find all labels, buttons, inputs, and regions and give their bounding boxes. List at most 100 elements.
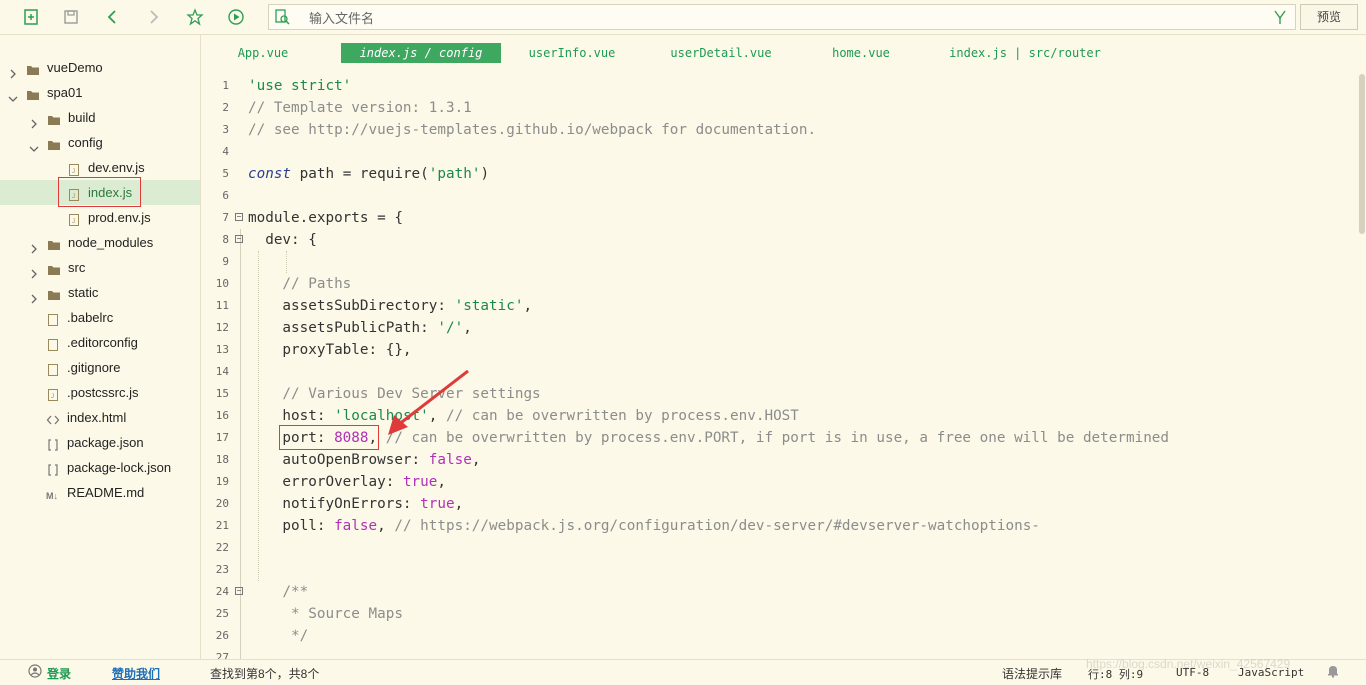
preview-button[interactable]: 预览 [1300, 4, 1358, 30]
chevron-right-icon[interactable] [29, 287, 39, 304]
forward-icon[interactable] [144, 8, 162, 26]
code-text: assetsPublicPath: [248, 320, 438, 336]
line-number: 9 [222, 255, 229, 268]
tree-item-label: prod.env.js [88, 210, 151, 225]
line-number: 7 [222, 211, 229, 224]
tree-item-src[interactable]: src [0, 255, 200, 280]
editor-tabs: App.vue index.js / config userInfo.vue u… [201, 35, 1366, 69]
fold-toggle-icon[interactable]: − [235, 213, 243, 221]
code-text: // can be overwritten by process.env.HOS… [445, 408, 799, 424]
status-bar: 登录 赞助我们 查找到第8个，共8个 语法提示库 行:8 列:9 UTF-8 J… [0, 657, 1366, 685]
find-file-icon [273, 8, 291, 26]
search-box [268, 4, 1296, 30]
search-input[interactable] [307, 8, 1211, 28]
tree-item-vuedemo[interactable]: vueDemo [0, 55, 200, 80]
tree-item-editorconfig[interactable]: .editorconfig [0, 330, 200, 355]
tree-item-spa01[interactable]: spa01 [0, 80, 200, 105]
svg-text:J: J [72, 219, 75, 225]
tab-app-vue[interactable]: App.vue [231, 43, 295, 63]
code-line: 12 assetsPublicPath: '/', [201, 317, 1357, 339]
tree-item-label: index.html [67, 410, 127, 425]
code-line: 5 const path = require('path') [201, 163, 1357, 185]
tree-item-config[interactable]: config [0, 130, 200, 155]
tree-item-label: src [68, 260, 86, 275]
syntax-hint-button[interactable]: 语法提示库 [1002, 665, 1062, 682]
code-text: '/' [437, 320, 464, 336]
tree-item-prod-env-js[interactable]: Jprod.env.js [0, 205, 200, 230]
tree-item-package-json[interactable]: package.json [0, 430, 200, 455]
tree-item-readme-md[interactable]: M↓ README.md [0, 480, 200, 505]
chevron-right-icon[interactable] [8, 62, 18, 79]
code-text: true [402, 474, 438, 490]
line-number: 20 [215, 497, 229, 510]
code-text: proxyTable: {}, [248, 342, 412, 358]
chevron-down-icon[interactable] [8, 87, 18, 102]
code-text: // can be overwritten by process.env.POR… [385, 430, 1170, 446]
code-editor[interactable]: 1 'use strict' 2 // Template version: 1.3.… [201, 75, 1357, 659]
code-line: 3 // see http://vuejs-templates.github.io… [201, 119, 1357, 141]
tab-index-js-router[interactable]: index.js | src/router [949, 43, 1101, 63]
code-text: , [471, 452, 481, 468]
new-file-icon[interactable] [22, 8, 40, 26]
vertical-scrollbar[interactable] [1358, 72, 1366, 659]
tree-item-postcssrc-js[interactable]: J .postcssrc.js [0, 380, 200, 405]
tree-item-babelrc[interactable]: .babelrc [0, 305, 200, 330]
bell-icon[interactable] [1326, 664, 1340, 681]
code-text: , [437, 474, 446, 490]
code-text: */ [248, 628, 309, 644]
code-line: 16 host: 'localhost', // can be overwrit… [201, 405, 1357, 427]
tree-item-package-lock-json[interactable]: package-lock.json [0, 455, 200, 480]
selected-file-highlight [58, 177, 141, 207]
run-icon[interactable] [227, 8, 245, 26]
star-icon[interactable] [186, 8, 204, 26]
tree-item-index-html[interactable]: index.html [0, 405, 200, 430]
code-text: host: [248, 408, 335, 424]
code-text: 'path' [428, 166, 481, 182]
code-text: false [334, 518, 378, 534]
back-icon[interactable] [104, 8, 122, 26]
fold-toggle-icon[interactable]: − [235, 587, 243, 595]
js-file-icon: J [46, 385, 60, 401]
filter-icon[interactable] [1271, 8, 1289, 26]
line-number: 8 [222, 233, 229, 246]
tab-index-js-config[interactable]: index.js / config [341, 43, 501, 63]
fold-toggle-icon[interactable]: − [235, 235, 243, 243]
tree-item-build[interactable]: build [0, 105, 200, 130]
sponsor-link[interactable]: 赞助我们 [112, 665, 160, 682]
chevron-right-icon[interactable] [29, 262, 39, 279]
tree-item-label: config [68, 135, 103, 150]
chevron-right-icon[interactable] [29, 237, 39, 254]
folder-icon [47, 235, 61, 250]
tab-userinfo-vue[interactable]: userInfo.vue [527, 43, 617, 63]
tab-userdetail-vue[interactable]: userDetail.vue [669, 43, 773, 63]
tree-item-node-modules[interactable]: node_modules [0, 230, 200, 255]
code-line: 21 poll: false, // https://webpack.js.or… [201, 515, 1357, 537]
code-text: module.exports = { [248, 210, 403, 226]
line-number: 6 [222, 189, 229, 202]
tab-home-vue[interactable]: home.vue [829, 43, 893, 63]
folder-icon [26, 60, 40, 75]
code-line: 19 errorOverlay: true, [201, 471, 1357, 493]
tree-item-label: .babelrc [67, 310, 114, 325]
user-icon [28, 664, 42, 681]
chevron-right-icon[interactable] [29, 112, 39, 129]
line-number: 23 [215, 563, 229, 576]
scrollbar-thumb[interactable] [1359, 74, 1365, 234]
code-line: 9 [201, 251, 1357, 273]
line-number: 1 [222, 79, 229, 92]
save-icon[interactable] [62, 8, 80, 26]
code-text: , [523, 298, 533, 314]
chevron-down-icon[interactable] [29, 137, 39, 152]
code-text: assetsSubDirectory: [248, 298, 455, 314]
tree-item-static[interactable]: static [0, 280, 200, 305]
line-number: 26 [215, 629, 229, 642]
login-link[interactable]: 登录 [47, 665, 71, 682]
tree-item-gitignore[interactable]: .gitignore [0, 355, 200, 380]
line-number: 12 [215, 321, 229, 334]
code-text: path = require( [291, 166, 429, 182]
line-number: 5 [222, 167, 229, 180]
line-number: 18 [215, 453, 229, 466]
tree-item-label: package.json [67, 435, 144, 450]
line-number: 24 [215, 585, 229, 598]
code-text: /** [248, 584, 309, 600]
